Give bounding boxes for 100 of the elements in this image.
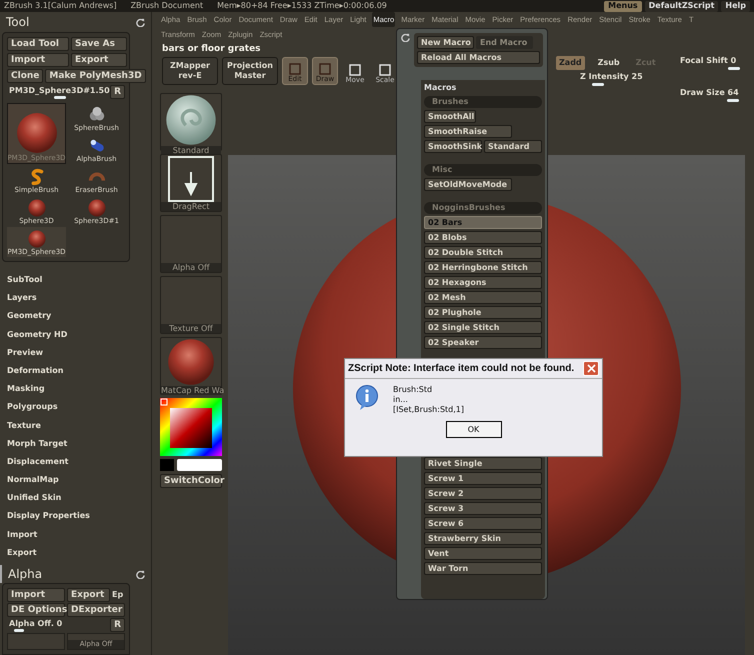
macro-button[interactable]: Screw 6 (424, 517, 542, 530)
palette-section[interactable]: Polygroups (0, 398, 151, 416)
palette-section[interactable]: SubTool (0, 271, 151, 290)
sculpt-mode-button[interactable]: Zsub (594, 56, 623, 70)
macro-button[interactable]: Standard (484, 140, 542, 153)
macro-button[interactable]: 02 Speaker (424, 336, 542, 349)
reset-button[interactable]: R (110, 618, 125, 632)
alpha-button[interactable]: Import (7, 588, 65, 602)
refresh-icon[interactable] (401, 33, 410, 42)
macro-button[interactable]: 02 Bars (424, 216, 542, 229)
slider-track[interactable]: Alpha Off. 0 (7, 618, 108, 632)
plugin-button[interactable]: ZMapper rev-E (162, 57, 218, 85)
palette-section[interactable]: Preview (0, 344, 151, 362)
palette-section[interactable]: Deformation (0, 362, 151, 380)
secondary-color-swatch[interactable] (177, 459, 222, 471)
macro-button[interactable]: 02 Blobs (424, 231, 542, 244)
slider-track[interactable]: Draw Size 64 (680, 88, 752, 102)
header-button[interactable]: Help (721, 0, 750, 12)
refresh-icon[interactable] (136, 570, 145, 578)
macro-button[interactable]: Screw 2 (424, 487, 542, 500)
slider-track[interactable]: Z Intensity 25 (580, 72, 680, 86)
dialog-message-line: Brush:Std (393, 385, 434, 395)
shelf-thumbnail[interactable]: DragRect (160, 154, 222, 212)
shelf-thumbnail[interactable]: Alpha Off (160, 215, 222, 273)
macro-control-button[interactable]: Reload All Macros (417, 51, 540, 64)
plugin-button[interactable]: Projection Master (222, 57, 278, 85)
color-picker-drawing[interactable] (160, 398, 222, 456)
header-button[interactable]: Menus (604, 0, 642, 12)
slider-thumb[interactable] (728, 67, 740, 70)
macro-button[interactable]: Screw 3 (424, 502, 542, 515)
alpha-button[interactable]: Export (67, 588, 110, 602)
macro-button[interactable]: 02 Herringbone Stitch (424, 261, 542, 274)
mode-icon (319, 63, 331, 75)
macro-button[interactable]: 02 Mesh (424, 291, 542, 304)
palette-section[interactable]: Display Properties (0, 507, 151, 526)
macro-group-header[interactable]: NogginsBrushes (424, 202, 542, 214)
palette-section[interactable]: Masking (0, 380, 151, 398)
slider-thumb[interactable] (592, 83, 604, 86)
macro-button[interactable]: 02 Single Stitch (424, 321, 542, 334)
slider-thumb[interactable] (14, 629, 24, 632)
macro-button[interactable]: 02 Hexagons (424, 276, 542, 289)
sphere-icon (88, 199, 106, 217)
macro-group-header[interactable]: Brushes (424, 96, 542, 108)
header-button[interactable]: DefaultZScript (644, 0, 718, 12)
macro-button[interactable]: SmoothRaise (424, 125, 512, 138)
palette-section[interactable]: Geometry (0, 307, 151, 326)
macros-heading: Macros (424, 82, 458, 94)
slider-thumb[interactable] (54, 96, 66, 99)
tool-button[interactable]: Clone (7, 69, 44, 83)
macro-button[interactable]: Strawberry Skin (424, 532, 542, 545)
tool-button[interactable]: Import (7, 53, 69, 67)
palette-section[interactable]: Layers (0, 289, 151, 308)
alpha-button[interactable]: Ep (112, 589, 124, 601)
primary-color-swatch[interactable] (160, 459, 174, 471)
tool-button[interactable]: Load Tool (7, 37, 69, 51)
alpha-button[interactable]: DE Options (7, 603, 65, 617)
palette-section[interactable]: Import (0, 526, 151, 544)
switch-color-button[interactable]: SwitchColor (160, 474, 222, 488)
mode-icon (379, 64, 391, 76)
slider-label: Draw Size 64 (680, 88, 739, 98)
shelf-thumbnail[interactable]: Texture Off (160, 276, 222, 334)
title-text: ZBrush 3.1[Calum Andrews] (4, 1, 117, 11)
palette-section[interactable]: Geometry HD (0, 326, 151, 344)
palette-section[interactable]: Displacement (0, 452, 151, 472)
slider-thumb[interactable] (726, 99, 739, 102)
tool-button[interactable]: Save As (71, 37, 127, 51)
reset-button[interactable]: R (110, 85, 125, 99)
macro-button[interactable]: War Torn (424, 562, 542, 575)
macro-group-header[interactable]: Misc (424, 164, 542, 176)
alpha-thumbnail[interactable] (7, 633, 65, 650)
tool-button[interactable]: Export (71, 53, 127, 67)
macro-control-button[interactable]: New Macro (417, 36, 474, 49)
refresh-icon[interactable] (136, 18, 145, 26)
macro-button[interactable]: 02 Double Stitch (424, 246, 542, 259)
alpha-button[interactable]: DExporter (67, 603, 125, 617)
macro-button[interactable]: SmoothSink (424, 140, 482, 153)
macro-button[interactable]: Rivet Single (424, 457, 542, 470)
slider-track[interactable]: Focal Shift 0 (680, 56, 752, 70)
tool-button[interactable]: Make PolyMesh3D (45, 69, 146, 83)
slider-track[interactable]: PM3D_Sphere3D#1.50 (7, 85, 108, 99)
slider-label: Z Intensity 25 (580, 72, 643, 82)
close-button[interactable] (583, 361, 599, 376)
palette-section[interactable]: Export (0, 544, 151, 562)
palette-section[interactable]: NormalMap (0, 471, 151, 490)
ok-button[interactable]: OK (446, 421, 502, 438)
material-sphere-icon (165, 94, 217, 146)
sculpt-mode-button[interactable]: Zadd (556, 56, 585, 70)
macro-button[interactable]: SetOldMoveMode (424, 178, 512, 191)
mode-icon (349, 64, 361, 76)
palette-section[interactable]: Texture (0, 416, 151, 435)
mode-icon (289, 63, 301, 75)
dialog-title: ZScript Note: Interface item could not be found. (348, 362, 574, 376)
macro-button[interactable]: 02 Plughole (424, 306, 542, 319)
palette-section[interactable]: Morph Target (0, 434, 151, 453)
shelf-thumbnail[interactable]: MatCap Red Wa (160, 337, 222, 395)
palette-section[interactable]: Unified Skin (0, 489, 151, 508)
slider-label: Focal Shift 0 (680, 56, 736, 66)
macro-button[interactable]: SmoothAll (424, 110, 476, 123)
macro-button[interactable]: Screw 1 (424, 472, 542, 485)
macro-button[interactable]: Vent (424, 547, 542, 560)
